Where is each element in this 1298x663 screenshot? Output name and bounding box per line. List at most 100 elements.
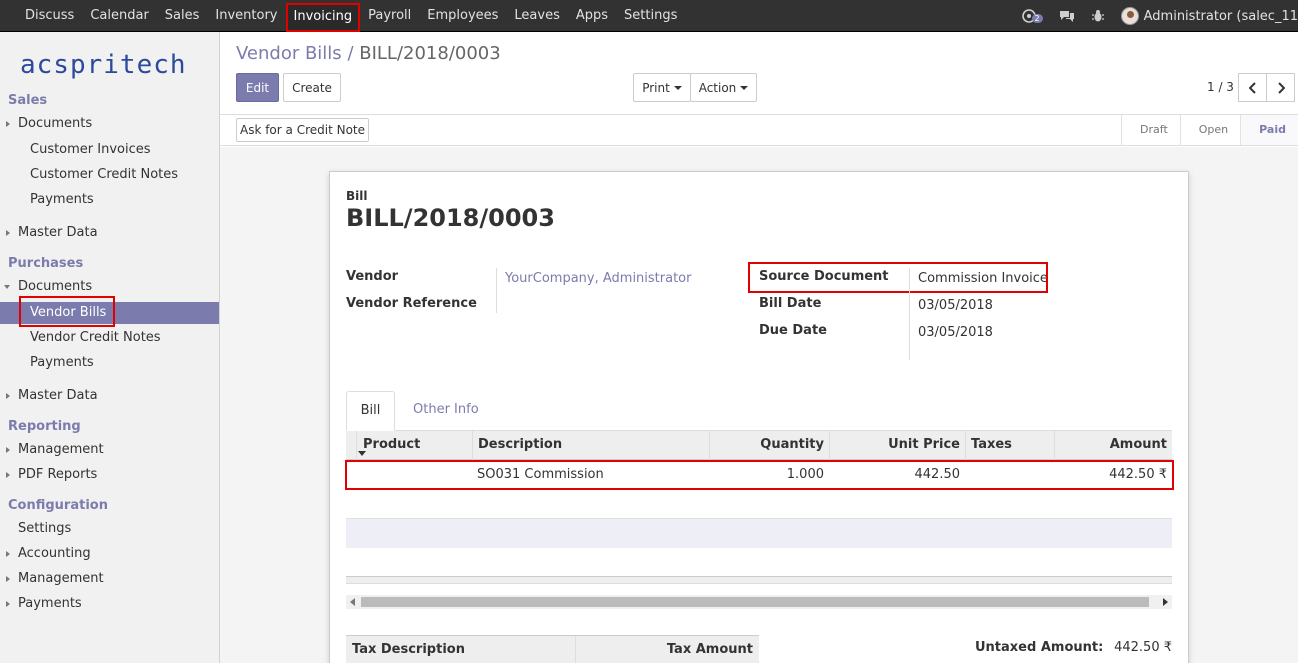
menu-invoicing[interactable]: Invoicing (285, 3, 361, 32)
cell-unit-price: 442.50 (914, 467, 961, 482)
sidebar-item-sales-master-data[interactable]: Master Data (0, 222, 219, 244)
print-label: Print (642, 80, 670, 95)
activity-icon[interactable]: 2 (1021, 9, 1043, 23)
bill-date-value: 03/05/2018 (918, 298, 993, 313)
menu-calendar[interactable]: Calendar (82, 0, 156, 32)
pager-previous-button[interactable] (1238, 73, 1267, 102)
table-row[interactable]: SO031 Commission 1.000 442.50 442.50 ₹ (346, 461, 1172, 489)
caret-down-icon (673, 85, 682, 90)
form-statusbar: Draft Open Paid (220, 114, 1298, 146)
sidebar-item-config-payments[interactable]: Payments (0, 593, 219, 615)
menu-inventory[interactable]: Inventory (207, 0, 285, 32)
scrollbar-thumb[interactable] (361, 597, 1149, 607)
breadcrumb-separator: / (347, 43, 354, 64)
caret-down-icon (4, 285, 10, 289)
column-separator (965, 431, 966, 460)
menu-settings[interactable]: Settings (616, 0, 685, 32)
vendor-link[interactable]: YourCompany, Administrator (505, 271, 691, 286)
due-date-label: Due Date (759, 323, 827, 338)
sidebar-item-settings[interactable]: Settings (0, 518, 219, 540)
print-dropdown[interactable]: Print (633, 73, 691, 102)
column-separator (356, 431, 357, 460)
user-name: Administrator (salec_11 (1143, 8, 1298, 24)
sidebar-item-purchases-master-data[interactable]: Master Data (0, 385, 219, 407)
sidebar-section-configuration: Configuration (8, 498, 108, 513)
sidebar-item-label: Payments (18, 596, 82, 611)
edit-button[interactable]: Edit (236, 73, 279, 102)
scroll-left-icon[interactable] (350, 598, 355, 606)
company-logo: acspritech (20, 50, 187, 80)
caret-right-icon (6, 551, 10, 557)
menu-employees[interactable]: Employees (419, 0, 506, 32)
menu-leaves[interactable]: Leaves (506, 0, 567, 32)
chevron-right-icon (1277, 81, 1285, 94)
sidebar-item-label: Documents (18, 116, 93, 131)
top-navbar: Discuss Calendar Sales Inventory Invoici… (0, 0, 1298, 32)
action-dropdown[interactable]: Action (690, 73, 757, 102)
menu-discuss[interactable]: Discuss (17, 0, 82, 32)
stage-paid: Paid (1240, 115, 1298, 145)
column-unit-price[interactable]: Unit Price (888, 431, 960, 460)
sidebar-item-sales-documents[interactable]: Documents (0, 113, 219, 135)
create-button[interactable]: Create (283, 73, 341, 102)
sidebar-section-purchases: Purchases (8, 256, 84, 271)
menu-sales[interactable]: Sales (157, 0, 208, 32)
field-divider (496, 268, 497, 313)
breadcrumb-vendor-bills[interactable]: Vendor Bills (236, 43, 342, 64)
caret-right-icon (6, 121, 10, 127)
sidebar-item-customer-credit-notes[interactable]: Customer Credit Notes (0, 164, 219, 186)
caret-right-icon (6, 601, 10, 607)
source-document-value: Commission Invoice (918, 271, 1048, 286)
sidebar-item-label: Documents (18, 279, 93, 294)
column-product[interactable]: Product (363, 431, 420, 460)
column-description[interactable]: Description (478, 431, 562, 460)
menu-payroll[interactable]: Payroll (360, 0, 419, 32)
stage-open: Open (1179, 115, 1240, 145)
sidebar-item-config-management[interactable]: Management (0, 568, 219, 590)
sidebar-item-pdf-reports[interactable]: PDF Reports (0, 464, 219, 486)
sidebar-item-purchases-documents[interactable]: Documents (0, 276, 219, 298)
vendor-label: Vendor (346, 269, 399, 284)
chevron-left-icon (1248, 81, 1256, 94)
sidebar-item-label: Master Data (18, 225, 98, 240)
pager-value[interactable]: 1 / 3 (1207, 80, 1234, 94)
pager-next-button[interactable] (1266, 73, 1295, 102)
sidebar-item-label: PDF Reports (18, 467, 98, 482)
column-quantity[interactable]: Quantity (760, 431, 824, 460)
sidebar-item-customer-invoices[interactable]: Customer Invoices (0, 139, 219, 161)
source-document-label: Source Document (759, 269, 889, 284)
sidebar-item-reporting-management[interactable]: Management (0, 439, 219, 461)
sidebar-item-purchases-payments[interactable]: Payments (0, 352, 219, 374)
column-tax-amount: Tax Amount (666, 642, 753, 657)
tax-table-header: Tax Description Tax Amount (346, 635, 759, 663)
chat-icon[interactable] (1059, 9, 1075, 23)
tab-other-info[interactable]: Other Info (397, 391, 495, 431)
sidebar-section-sales: Sales (8, 93, 48, 108)
field-divider (909, 268, 910, 360)
caret-right-icon (6, 576, 10, 582)
horizontal-scrollbar[interactable] (346, 595, 1172, 609)
sidebar-item-label: Management (18, 442, 104, 457)
sidebar-item-accounting[interactable]: Accounting (0, 543, 219, 565)
sidebar-item-vendor-bills[interactable]: Vendor Bills (0, 302, 219, 324)
sidebar-item-sales-payments[interactable]: Payments (0, 189, 219, 211)
column-separator (575, 636, 576, 663)
vendor-reference-label: Vendor Reference (346, 296, 477, 311)
column-tax-description: Tax Description (352, 642, 465, 657)
column-taxes[interactable]: Taxes (971, 431, 1012, 460)
chat-badge: 2 (1031, 13, 1043, 23)
column-separator (829, 431, 830, 460)
user-menu[interactable]: Administrator (salec_11 (1120, 7, 1298, 25)
column-amount[interactable]: Amount (1110, 431, 1167, 460)
bug-icon[interactable] (1091, 9, 1105, 23)
caret-down-icon (740, 85, 749, 90)
tab-bill[interactable]: Bill (346, 391, 395, 431)
menu-apps[interactable]: Apps (568, 0, 616, 32)
bill-date-label: Bill Date (759, 296, 822, 311)
cell-quantity: 1.000 (786, 467, 824, 482)
status-stages: Draft Open Paid (1121, 115, 1298, 145)
scroll-right-icon[interactable] (1163, 598, 1168, 606)
ask-credit-note-button[interactable]: Ask for a Credit Note (236, 118, 369, 142)
sidebar-item-label: Management (18, 571, 104, 586)
sidebar-item-vendor-credit-notes[interactable]: Vendor Credit Notes (0, 327, 219, 349)
